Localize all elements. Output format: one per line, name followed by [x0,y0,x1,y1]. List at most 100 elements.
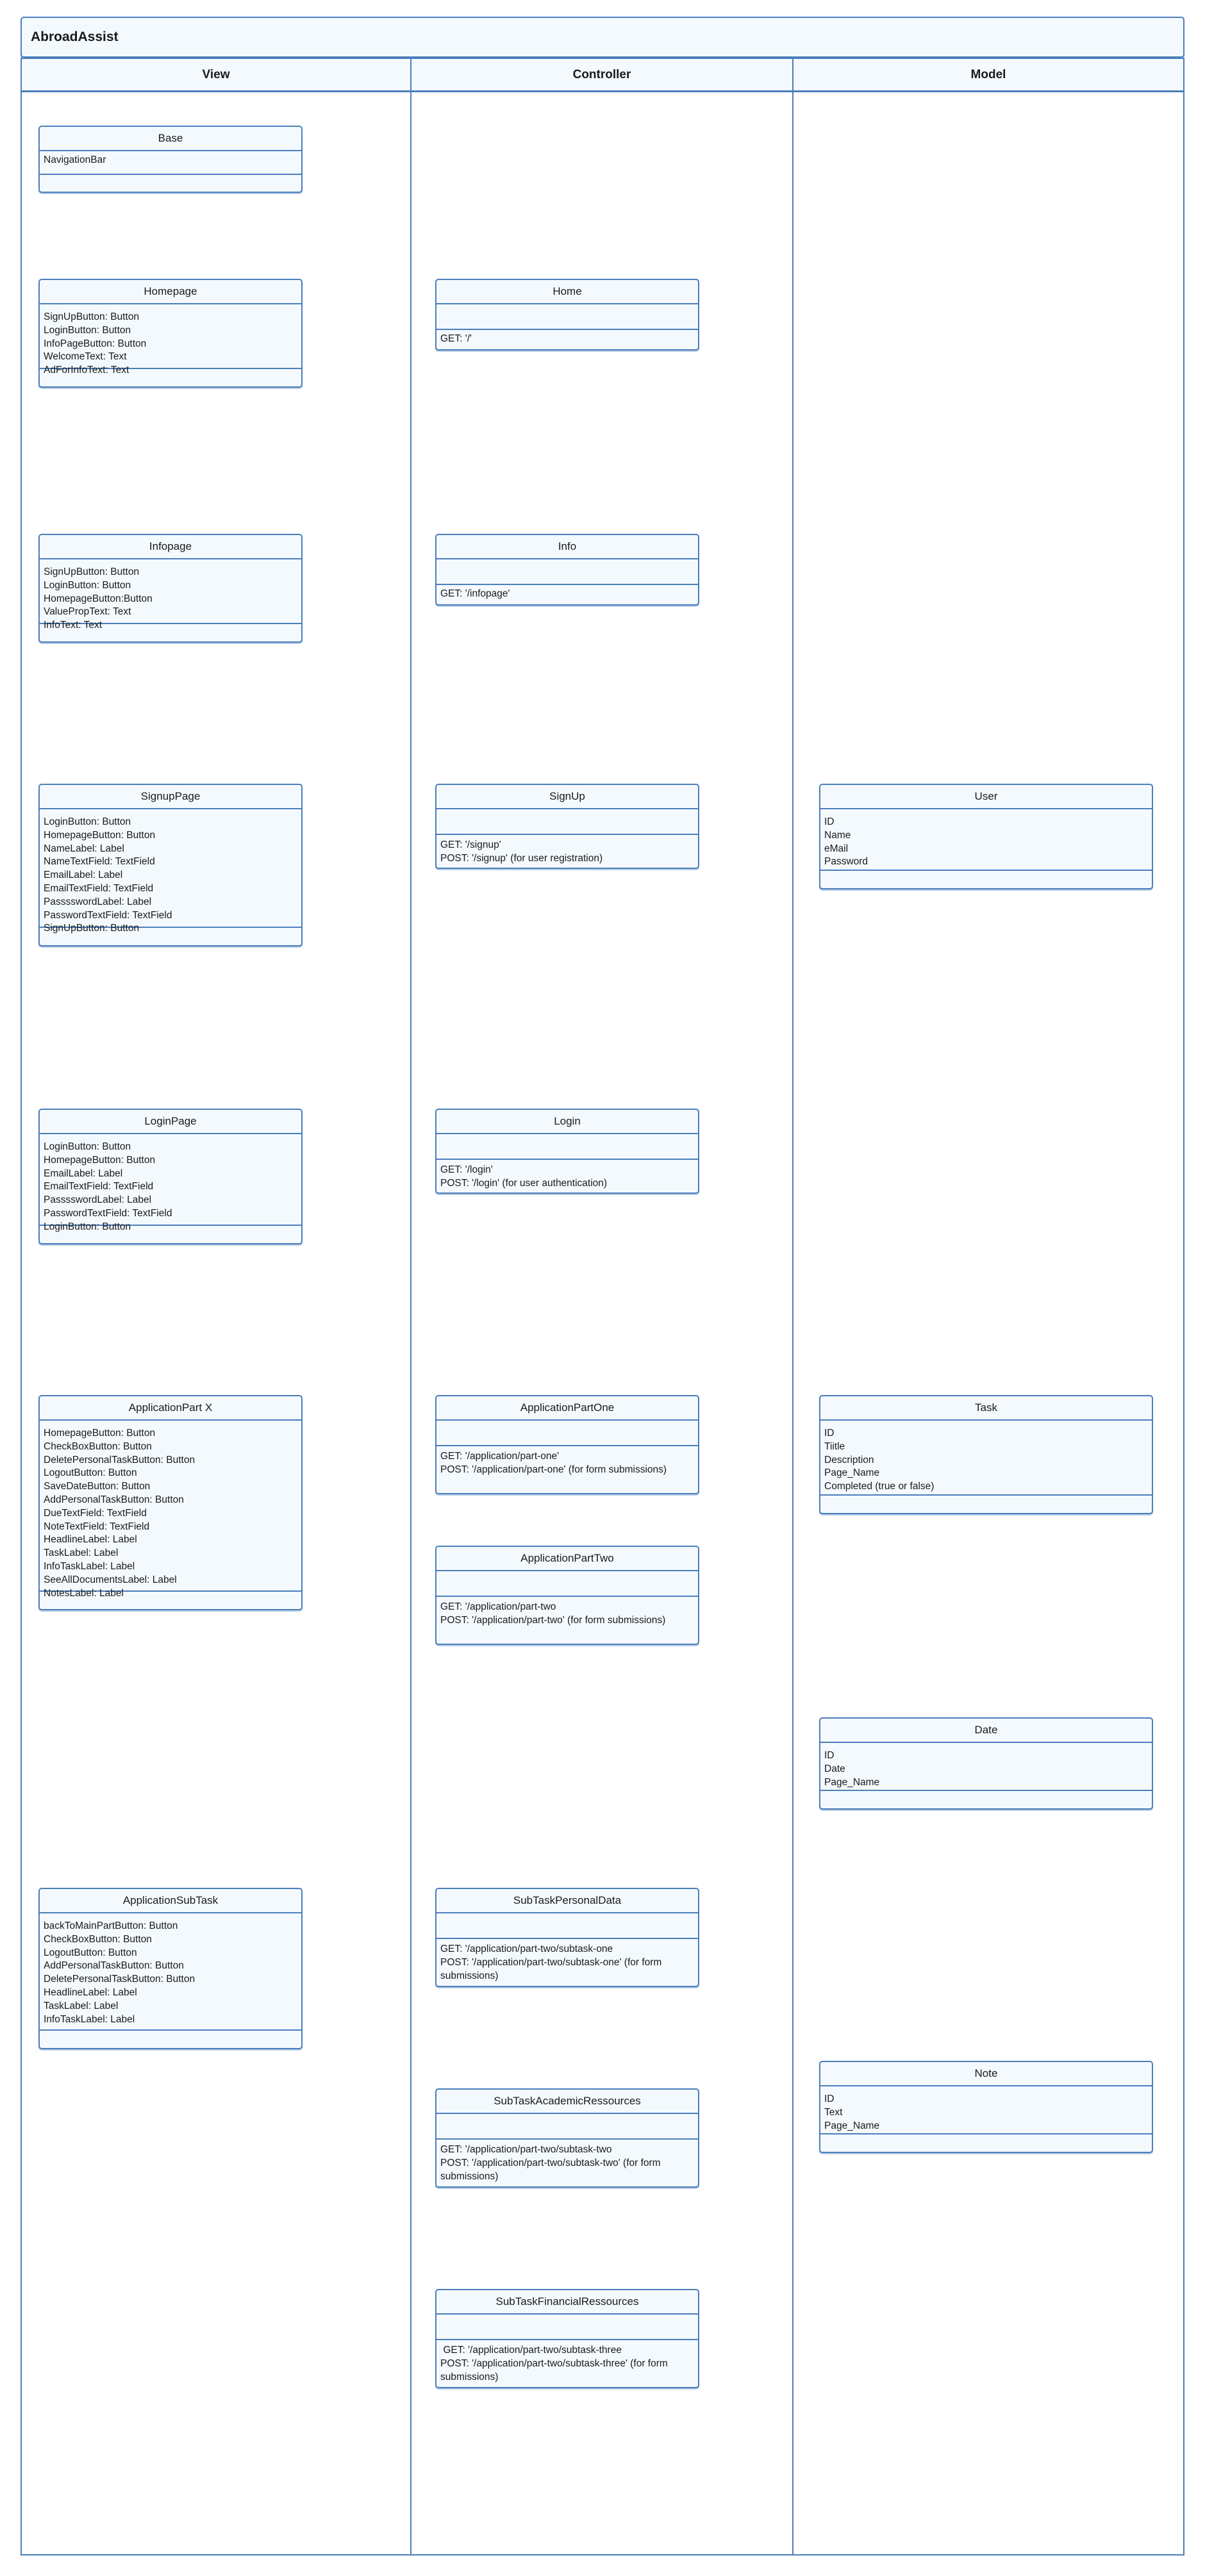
uml-class-applicationsubtask[interactable]: ApplicationSubTask backToMainPartButton:… [38,1888,303,2049]
uml-class-name: Info [436,535,698,559]
uml-attribute: PasssswordLabel: Label [44,896,152,907]
uml-class-name: ApplicationSubTask [40,1889,301,1913]
uml-operations: GET: '/signup' POST: '/signup' (for user… [436,835,698,868]
uml-attribute: HomepageButton: Button [44,1154,156,1166]
uml-attributes [436,2315,698,2340]
uml-operation: GET: '/application/part-two/subtask-thre… [440,2345,622,2356]
diagram-title: AbroadAssist [21,17,1184,58]
uml-operation: POST: '/application/part-one' (for form … [440,1464,667,1475]
uml-operation: GET: '/login' [440,1164,493,1175]
uml-class-applicationpartone[interactable]: ApplicationPartOne GET: '/application/pa… [435,1395,699,1494]
uml-attribute: ValuePropText: Text [44,606,131,618]
uml-operation: GET: '/application/part-two/subtask-one [440,1944,613,1954]
uml-operation: GET: '/infopage' [440,588,510,599]
uml-attributes: LoginButton: Button HomepageButton: Butt… [40,1134,301,1232]
uml-attribute: TaskLabel: Label [44,1548,119,1559]
uml-class-name: Note [820,2062,1152,2086]
uml-attribute: EmailTextField: TextField [44,882,154,894]
uml-class-base[interactable]: Base NavigationBar [38,126,303,193]
uml-attribute: EmailLabel: Label [44,1168,123,1179]
uml-operation: GET: '/' [440,333,472,344]
uml-operations [820,1791,1152,1808]
column-body-controller: Home GET: '/' Info GET: '/infopage' Sign… [411,92,792,2554]
uml-attribute: NameTextField: TextField [44,856,155,868]
uml-class-login[interactable]: Login GET: '/login' POST: '/login' (for … [435,1109,699,1194]
uml-class-subtaskpersonaldata[interactable]: SubTaskPersonalData GET: '/application/p… [435,1888,699,1987]
uml-attribute: SaveDateButton: Button [44,1481,151,1492]
uml-attribute: HomepageButton:Button [44,593,153,604]
uml-attribute: SeeAllDocumentsLabel: Label [44,1574,177,1585]
uml-attribute: DeletePersonalTaskButton: Button [44,1454,195,1466]
uml-operations: GET: '/' [436,330,698,349]
uml-operation: POST: '/application/part-two/subtask-two… [440,2157,663,2182]
uml-attributes: ID Name eMail Password [820,809,1152,871]
uml-attribute: Text [824,2106,843,2118]
uml-class-subtaskacademicressources[interactable]: SubTaskAcademicRessources GET: '/applica… [435,2088,699,2188]
column-model: Model User ID Name eMail Password Task I… [792,58,1184,2555]
uml-class-task[interactable]: Task ID Tiitle Description Page_Name Com… [819,1395,1153,1514]
uml-attribute: DueTextField: TextField [44,1507,147,1519]
uml-attribute: backToMainPartButton: Button [44,1920,178,1931]
column-header-model-label: Model [970,67,1006,81]
uml-operation: POST: '/application/part-two/subtask-one… [440,1956,665,1981]
uml-class-name: User [820,785,1152,809]
column-header-view: View [22,58,410,92]
uml-class-info[interactable]: Info GET: '/infopage' [435,534,699,606]
uml-class-name: SignUp [436,785,698,809]
uml-class-name: Login [436,1110,698,1134]
column-header-model: Model [794,58,1183,92]
uml-attribute: NavigationBar [44,154,106,165]
uml-operations: GET: '/application/part-two/subtask-one … [436,1939,698,1986]
uml-operations [820,1496,1152,1513]
uml-class-infopage[interactable]: Infopage SignUpButton: Button LoginButto… [38,534,303,643]
uml-attribute: ID [824,816,835,827]
uml-attribute: TaskLabel: Label [44,2000,119,2011]
uml-class-name: Infopage [40,535,301,559]
uml-attribute: InfoTaskLabel: Label [44,1560,135,1572]
uml-class-applicationparttwo[interactable]: ApplicationPartTwo GET: '/application/pa… [435,1546,699,1645]
column-header-controller-label: Controller [572,67,631,81]
column-view: View Base NavigationBar Homepage SignUpB… [21,58,410,2555]
uml-operations: GET: '/application/part-one' POST: '/app… [436,1446,698,1493]
uml-operations: GET: '/application/part-two POST: '/appl… [436,1597,698,1644]
uml-attribute: ID [824,1428,835,1439]
uml-class-name: LoginPage [40,1110,301,1134]
uml-class-signup[interactable]: SignUp GET: '/signup' POST: '/signup' (f… [435,784,699,869]
uml-operations [40,2031,301,2048]
uml-operation: POST: '/login' (for user authentication) [440,1177,608,1189]
uml-attributes [436,1913,698,1939]
uml-operation: POST: '/application/part-two' (for form … [440,1614,666,1626]
uml-class-subtaskfinancialressources[interactable]: SubTaskFinancialRessources GET: '/applic… [435,2289,699,2388]
uml-attribute: Page_Name [824,1467,880,1479]
uml-attribute: NoteTextField: TextField [44,1521,150,1532]
uml-attribute: PasssswordLabel: Label [44,1194,152,1206]
uml-attribute: PasswordTextField: TextField [44,1207,172,1219]
uml-class-signuppage[interactable]: SignupPage LoginButton: Button HomepageB… [38,784,303,946]
uml-class-home[interactable]: Home GET: '/' [435,279,699,351]
uml-attributes: SignUpButton: Button LoginButton: Button… [40,304,301,376]
uml-class-note[interactable]: Note ID Text Page_Name [819,2061,1153,2153]
uml-attributes [436,1421,698,1446]
uml-operation: GET: '/application/part-two [440,1601,556,1612]
uml-operations: GET: '/login' POST: '/login' (for user a… [436,1160,698,1193]
uml-class-user[interactable]: User ID Name eMail Password [819,784,1153,889]
uml-attribute: LoginButton: Button [44,816,131,827]
uml-attribute: EmailTextField: TextField [44,1181,154,1193]
uml-class-name: ApplicationPartTwo [436,1547,698,1571]
uml-class-name: SubTaskAcademicRessources [436,2090,698,2114]
uml-class-date[interactable]: Date ID Date Page_Name [819,1717,1153,1810]
uml-attribute: Completed (true or false) [824,1481,935,1492]
uml-class-name: ApplicationPartOne [436,1396,698,1421]
column-controller: Controller Home GET: '/' Info GET: '/inf… [410,58,792,2555]
uml-operations [820,871,1152,888]
uml-attribute: Page_Name [824,1776,880,1788]
uml-attributes: LoginButton: Button HomepageButton: Butt… [40,809,301,934]
uml-operations [40,175,301,192]
uml-class-homepage[interactable]: Homepage SignUpButton: Button LoginButto… [38,279,303,388]
uml-operation: GET: '/signup' [440,839,501,850]
uml-class-loginpage[interactable]: LoginPage LoginButton: Button HomepageBu… [38,1109,303,1244]
uml-class-applicationpart-x[interactable]: ApplicationPart X HomepageButton: Button… [38,1395,303,1610]
uml-attributes: ID Tiitle Description Page_Name Complete… [820,1421,1152,1496]
uml-attribute: WelcomeText: Text [44,351,127,363]
uml-class-name: Home [436,280,698,304]
